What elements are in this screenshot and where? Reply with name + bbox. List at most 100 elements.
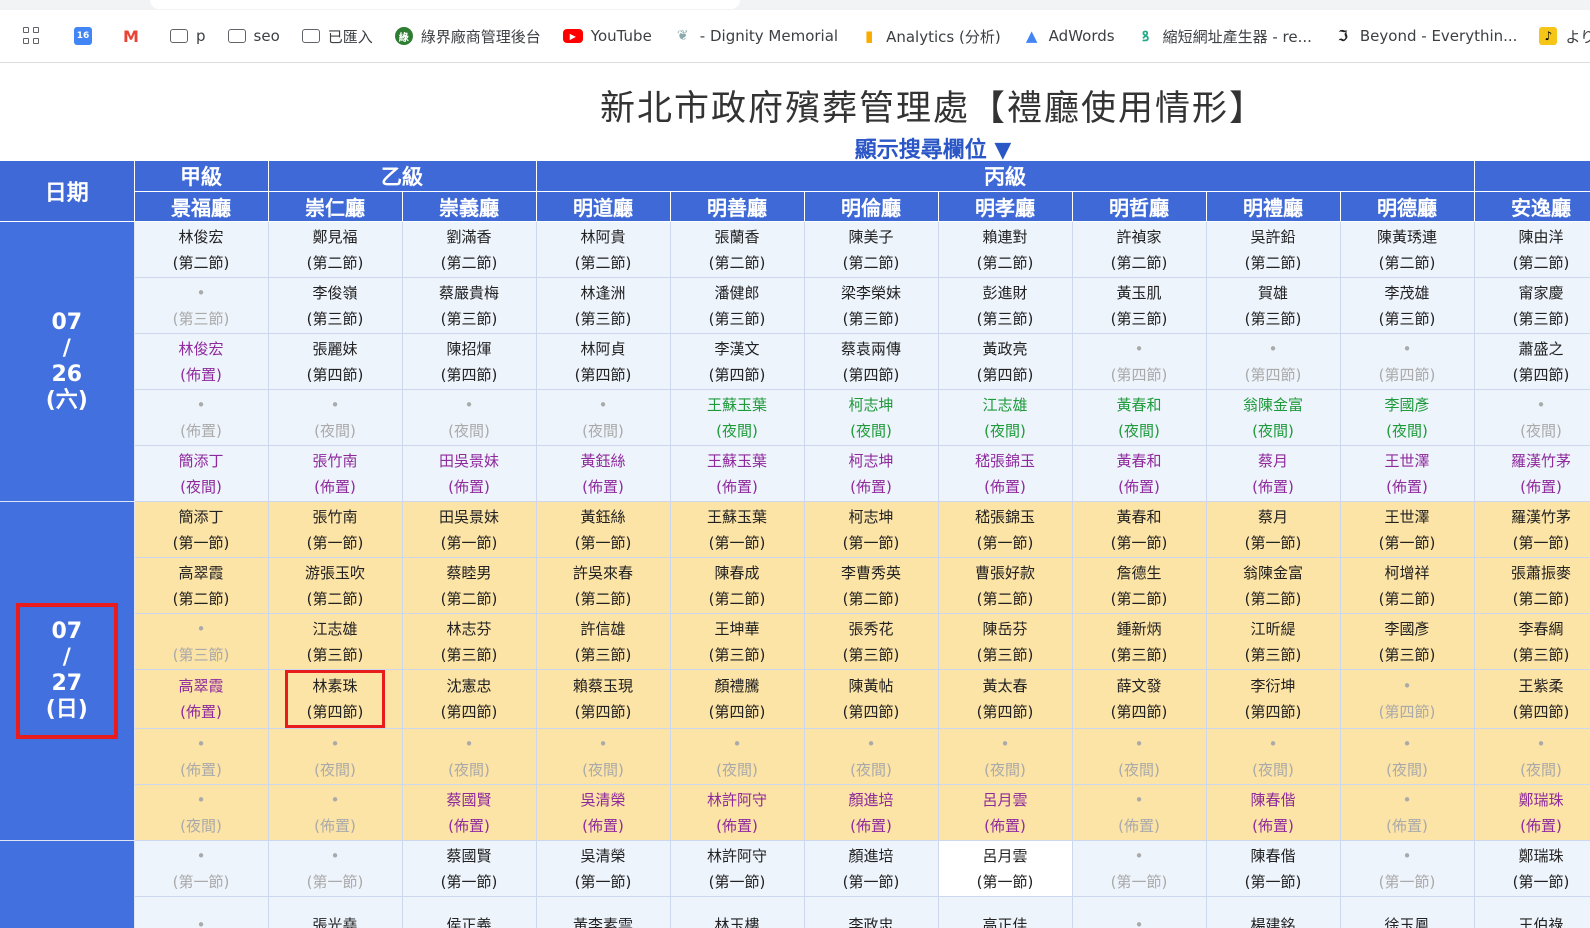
booking-cell[interactable]: 江昕緹 (第三節) bbox=[1206, 613, 1341, 670]
booking-cell[interactable]: 陳由洋 (第二節) bbox=[1474, 221, 1590, 278]
booking-cell[interactable]: • (夜間) bbox=[268, 389, 403, 446]
booking-cell[interactable]: • (佈置) bbox=[1340, 784, 1475, 841]
booking-cell[interactable]: 李茂雄 (第三節) bbox=[1340, 277, 1475, 334]
apps-grid-icon[interactable] bbox=[23, 27, 40, 45]
booking-cell[interactable]: 蔡嚴貴梅 (第三節) bbox=[402, 277, 537, 334]
booking-cell[interactable]: 簡添丁 (第一節) bbox=[134, 501, 269, 558]
booking-cell[interactable]: 黃李素雲 bbox=[536, 896, 671, 928]
booking-cell[interactable]: 嵇張錦玉 (佈置) bbox=[938, 445, 1073, 502]
bookmark-item[interactable]: ▶ YouTube bbox=[562, 27, 652, 45]
booking-cell[interactable]: • (夜間) bbox=[1474, 728, 1590, 785]
booking-cell[interactable]: 蔡月 (第一節) bbox=[1206, 501, 1341, 558]
booking-cell[interactable]: 林玉樓 bbox=[670, 896, 805, 928]
booking-cell[interactable]: 江志雄 (夜間) bbox=[938, 389, 1073, 446]
booking-cell[interactable]: 林俊宏 (佈置) bbox=[134, 333, 269, 390]
booking-cell[interactable]: 蔡國賢 (佈置) bbox=[402, 784, 537, 841]
bookmark-item[interactable]: 綠綠界廠商管理後台 bbox=[394, 26, 541, 47]
bookmark-item[interactable]: ▮ Analytics (分析) bbox=[860, 26, 1001, 47]
booking-cell[interactable]: 許禎家 (第二節) bbox=[1072, 221, 1207, 278]
booking-cell[interactable]: 鄭瑞珠 (佈置) bbox=[1474, 784, 1590, 841]
booking-cell[interactable]: • (夜間) bbox=[1474, 389, 1590, 446]
booking-cell[interactable]: 蔡睦男 (第二節) bbox=[402, 557, 537, 614]
bookmark-item[interactable]: seo bbox=[227, 27, 280, 45]
booking-cell[interactable]: 張竹南 (佈置) bbox=[268, 445, 403, 502]
booking-cell[interactable]: • (夜間) bbox=[670, 728, 805, 785]
booking-cell[interactable]: 李俊嶺 (第三節) bbox=[268, 277, 403, 334]
booking-cell[interactable]: • (佈置) bbox=[268, 784, 403, 841]
booking-cell[interactable]: 李國彥 (第三節) bbox=[1340, 613, 1475, 670]
booking-cell[interactable]: 詹德生 (第二節) bbox=[1072, 557, 1207, 614]
booking-cell[interactable]: • (第一節) bbox=[1340, 840, 1475, 897]
booking-cell[interactable]: • bbox=[1072, 896, 1207, 928]
active-tab[interactable] bbox=[150, 0, 740, 9]
booking-cell[interactable]: 陳春偕 (佈置) bbox=[1206, 784, 1341, 841]
booking-cell[interactable]: 高翠霞 (第二節) bbox=[134, 557, 269, 614]
booking-cell[interactable]: 張蘭香 (第二節) bbox=[670, 221, 805, 278]
booking-cell[interactable]: 黃鈺絲 (佈置) bbox=[536, 445, 671, 502]
booking-cell[interactable]: 賀雄 (第三節) bbox=[1206, 277, 1341, 334]
booking-cell[interactable]: 蔡袁兩傳 (第四節) bbox=[804, 333, 939, 390]
booking-cell[interactable]: 王蘇玉葉 (第一節) bbox=[670, 501, 805, 558]
bookmark-item[interactable]: 已匯入 bbox=[301, 26, 373, 47]
booking-cell[interactable]: 林阿貴 (第二節) bbox=[536, 221, 671, 278]
booking-cell[interactable]: 張蕭振麥 (第二節) bbox=[1474, 557, 1590, 614]
booking-cell[interactable]: 陳春偕 (第一節) bbox=[1206, 840, 1341, 897]
booking-cell[interactable]: 黃春和 (夜間) bbox=[1072, 389, 1207, 446]
booking-cell[interactable]: 簡添丁 (夜間) bbox=[134, 445, 269, 502]
booking-cell[interactable]: • (夜間) bbox=[268, 728, 403, 785]
booking-cell[interactable]: 蔡國賢 (第一節) bbox=[402, 840, 537, 897]
booking-cell[interactable]: 黃鈺絲 (第一節) bbox=[536, 501, 671, 558]
booking-cell[interactable]: • (夜間) bbox=[804, 728, 939, 785]
bookmark-item[interactable]: ▲ AdWords bbox=[1023, 27, 1115, 45]
booking-cell[interactable]: 林許阿守 (第一節) bbox=[670, 840, 805, 897]
booking-cell[interactable]: 彭進財 (第三節) bbox=[938, 277, 1073, 334]
booking-cell[interactable]: 林許阿守 (佈置) bbox=[670, 784, 805, 841]
booking-cell[interactable]: 翁陳金富 (夜間) bbox=[1206, 389, 1341, 446]
booking-cell[interactable]: 黃春和 (佈置) bbox=[1072, 445, 1207, 502]
booking-cell[interactable]: 薛文發 (第四節) bbox=[1072, 669, 1207, 729]
booking-cell[interactable]: 李政忠 bbox=[804, 896, 939, 928]
booking-cell[interactable]: 李漢文 (第四節) bbox=[670, 333, 805, 390]
booking-cell[interactable]: 羅漢竹茅 (第一節) bbox=[1474, 501, 1590, 558]
booking-cell[interactable]: 游張玉吹 (第二節) bbox=[268, 557, 403, 614]
booking-cell[interactable]: 張秀花 (第三節) bbox=[804, 613, 939, 670]
booking-cell[interactable]: 吳清榮 (佈置) bbox=[536, 784, 671, 841]
booking-cell[interactable]: 王蘇玉葉 (夜間) bbox=[670, 389, 805, 446]
booking-cell[interactable]: 李曹秀英 (第二節) bbox=[804, 557, 939, 614]
booking-cell[interactable]: 黃太春 (第四節) bbox=[938, 669, 1073, 729]
booking-cell[interactable]: 柯志坤 (夜間) bbox=[804, 389, 939, 446]
booking-cell[interactable]: • (佈置) bbox=[134, 728, 269, 785]
bookmark-item[interactable]: ❦ - Dignity Memorial bbox=[674, 27, 838, 45]
booking-cell[interactable]: • (夜間) bbox=[1206, 728, 1341, 785]
booking-cell[interactable]: 嵇張錦玉 (第一節) bbox=[938, 501, 1073, 558]
booking-cell[interactable]: 許吳來春 (第二節) bbox=[536, 557, 671, 614]
booking-cell[interactable]: • (夜間) bbox=[134, 784, 269, 841]
booking-cell[interactable]: 楊建銘 bbox=[1206, 896, 1341, 928]
booking-cell[interactable]: • bbox=[134, 896, 269, 928]
booking-cell[interactable]: 李國彥 (夜間) bbox=[1340, 389, 1475, 446]
booking-cell[interactable]: 顏進培 (第一節) bbox=[804, 840, 939, 897]
booking-cell[interactable]: • (夜間) bbox=[536, 728, 671, 785]
booking-cell[interactable]: 顏禮騰 (第四節) bbox=[670, 669, 805, 729]
booking-cell[interactable]: 江志雄 (第三節) bbox=[268, 613, 403, 670]
booking-cell[interactable]: • (第一節) bbox=[134, 840, 269, 897]
booking-cell[interactable]: • (夜間) bbox=[1072, 728, 1207, 785]
booking-cell[interactable]: 沈憲忠 (第四節) bbox=[402, 669, 537, 729]
booking-cell[interactable]: • (第三節) bbox=[134, 613, 269, 670]
bookmark-item[interactable]: 16 bbox=[74, 27, 100, 45]
booking-cell[interactable]: 林俊宏 (第二節) bbox=[134, 221, 269, 278]
booking-cell[interactable]: • (第三節) bbox=[134, 277, 269, 334]
booking-cell[interactable]: 蔡月 (佈置) bbox=[1206, 445, 1341, 502]
booking-cell[interactable]: 黃春和 (第一節) bbox=[1072, 501, 1207, 558]
booking-cell[interactable]: 劉滿香 (第二節) bbox=[402, 221, 537, 278]
booking-cell[interactable]: 陳美子 (第二節) bbox=[804, 221, 939, 278]
booking-cell[interactable]: 高翠霞 (佈置) bbox=[134, 669, 269, 729]
booking-cell[interactable]: 王伯祿 bbox=[1474, 896, 1590, 928]
booking-cell[interactable]: • (夜間) bbox=[536, 389, 671, 446]
booking-cell[interactable]: 呂月雲 (第一節) bbox=[938, 840, 1073, 897]
booking-cell[interactable]: 陳岳芬 (第三節) bbox=[938, 613, 1073, 670]
booking-cell[interactable]: 羅漢竹茅 (佈置) bbox=[1474, 445, 1590, 502]
booking-cell[interactable]: 鄭見福 (第二節) bbox=[268, 221, 403, 278]
booking-cell[interactable]: • (第一節) bbox=[268, 840, 403, 897]
booking-cell[interactable]: 張光堯 bbox=[268, 896, 403, 928]
